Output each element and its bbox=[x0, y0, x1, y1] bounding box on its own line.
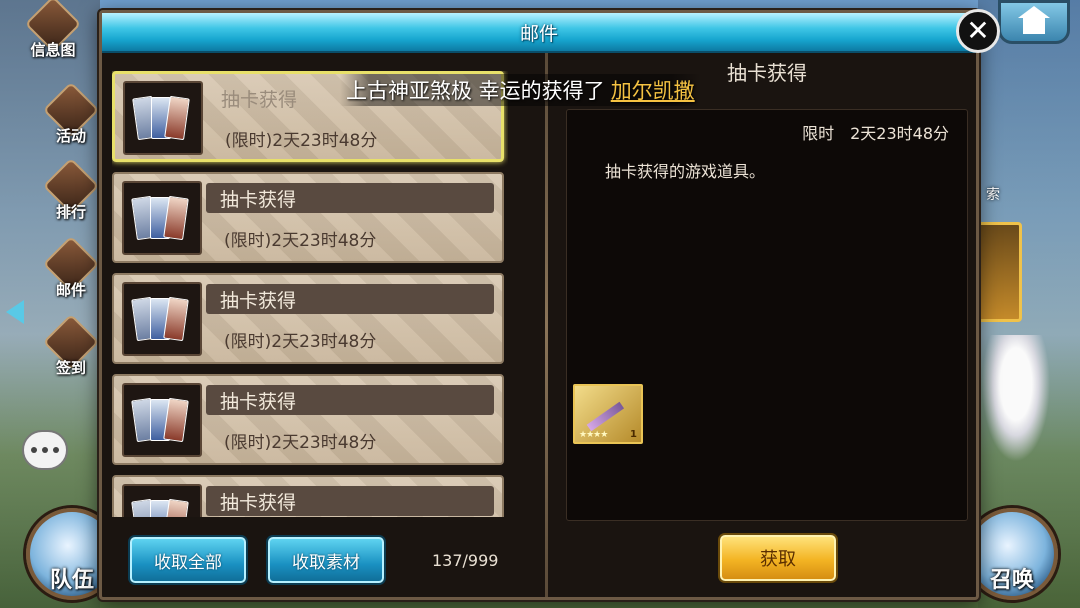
weapon-icon bbox=[586, 401, 625, 432]
mail-count: 137/999 bbox=[432, 551, 499, 570]
mail-title: 抽卡获得 bbox=[220, 491, 297, 514]
sidebar-item-label: 邮件 bbox=[55, 281, 86, 299]
mail-list-item[interactable]: 抽卡获得 (限时)2天23时48分 bbox=[112, 172, 504, 263]
list-footer: 收取全部 收取素材 137/999 bbox=[102, 529, 545, 599]
mail-list-item[interactable]: 抽卡获得 (限时)2天23时48分 bbox=[112, 273, 504, 364]
mail-title-bar: 抽卡获得 bbox=[206, 486, 494, 516]
left-arrow-icon[interactable] bbox=[6, 300, 24, 324]
mail-list[interactable]: 抽卡获得 (限时)2天23时48分 抽卡获得 (限时)2天23时48分 抽卡获得… bbox=[112, 71, 508, 517]
summon-label: 召唤 bbox=[989, 568, 1034, 593]
sidebar-item-label: 信息图 bbox=[30, 41, 76, 59]
mail-expire: (限时)2天23时48分 bbox=[225, 131, 378, 151]
detail-description: 抽卡获得的游戏道具。 bbox=[605, 162, 766, 181]
chat-dot-icon bbox=[42, 447, 48, 453]
right-partial-label: 索 bbox=[986, 187, 1000, 203]
collect-all-button[interactable]: 收取全部 bbox=[130, 537, 246, 583]
panel-divider bbox=[545, 53, 548, 597]
collect-materials-button[interactable]: 收取素材 bbox=[268, 537, 384, 583]
sidebar-item-label: 签到 bbox=[55, 359, 86, 377]
mail-title-bar: 抽卡获得 bbox=[206, 385, 494, 415]
card-pack-icon bbox=[122, 484, 202, 517]
chat-dot-icon bbox=[31, 447, 37, 453]
sidebar-item-mail[interactable]: 邮件 bbox=[40, 235, 102, 302]
card-pack-icon bbox=[122, 282, 202, 356]
chat-button[interactable] bbox=[22, 430, 68, 470]
mail-list-item[interactable]: 抽卡获得 bbox=[112, 475, 504, 517]
home-button[interactable] bbox=[998, 0, 1070, 44]
mail-expire: (限时)2天23时48分 bbox=[224, 332, 377, 352]
notice-highlight-link[interactable]: 加尔凯撒 bbox=[611, 75, 695, 105]
detail-panel: 限时 2天23时48分 抽卡获得的游戏道具。 ★★★★ 1 bbox=[566, 109, 968, 521]
broadcast-notice: 上古神亚煞极 幸运的获得了 加尔凯撒 bbox=[340, 74, 701, 106]
mail-title: 抽卡获得 bbox=[220, 188, 297, 211]
attachment-stars: ★★★★ bbox=[579, 430, 608, 440]
team-label: 队伍 bbox=[49, 568, 94, 593]
claim-button[interactable]: 获取 bbox=[720, 535, 836, 581]
mail-title: 抽卡获得 bbox=[220, 390, 297, 413]
mail-title-bar: 抽卡获得 bbox=[206, 183, 494, 213]
summon-button[interactable]: 召唤 bbox=[966, 508, 1058, 600]
notice-text: 上古神亚煞极 幸运的获得了 bbox=[346, 79, 605, 103]
mail-title-bar: 抽卡获得 bbox=[206, 284, 494, 314]
sidebar-item-label: 排行 bbox=[55, 203, 86, 221]
sidebar-item-label: 活动 bbox=[55, 127, 86, 145]
sidebar-item-event[interactable]: 活动 bbox=[40, 81, 102, 148]
mail-title: 抽卡获得 bbox=[221, 88, 298, 111]
close-button[interactable]: ✕ bbox=[956, 9, 1000, 53]
mail-title: 抽卡获得 bbox=[220, 289, 297, 312]
mail-list-item[interactable]: 抽卡获得 (限时)2天23时48分 bbox=[112, 374, 504, 465]
card-pack-icon bbox=[122, 383, 202, 457]
mail-expire: (限时)2天23时48分 bbox=[224, 231, 377, 251]
dialog-header: 邮件 bbox=[102, 13, 976, 53]
attachment-item[interactable]: ★★★★ 1 bbox=[573, 384, 643, 444]
attachment-quantity: 1 bbox=[630, 429, 637, 440]
sidebar-item-ranking[interactable]: 排行 bbox=[40, 157, 102, 224]
sidebar-item-checkin[interactable]: 签到 bbox=[40, 313, 102, 380]
dialog-title: 邮件 bbox=[519, 22, 558, 45]
detail-expire: 限时 2天23时48分 bbox=[802, 124, 949, 143]
sidebar-item-info[interactable]: 信息图 bbox=[22, 0, 84, 62]
home-icon bbox=[1018, 6, 1050, 34]
character-portrait bbox=[976, 335, 1056, 475]
card-pack-icon bbox=[122, 181, 202, 255]
mail-expire: (限时)2天23时48分 bbox=[224, 433, 377, 453]
card-pack-icon bbox=[123, 81, 203, 155]
chat-dot-icon bbox=[53, 447, 59, 453]
